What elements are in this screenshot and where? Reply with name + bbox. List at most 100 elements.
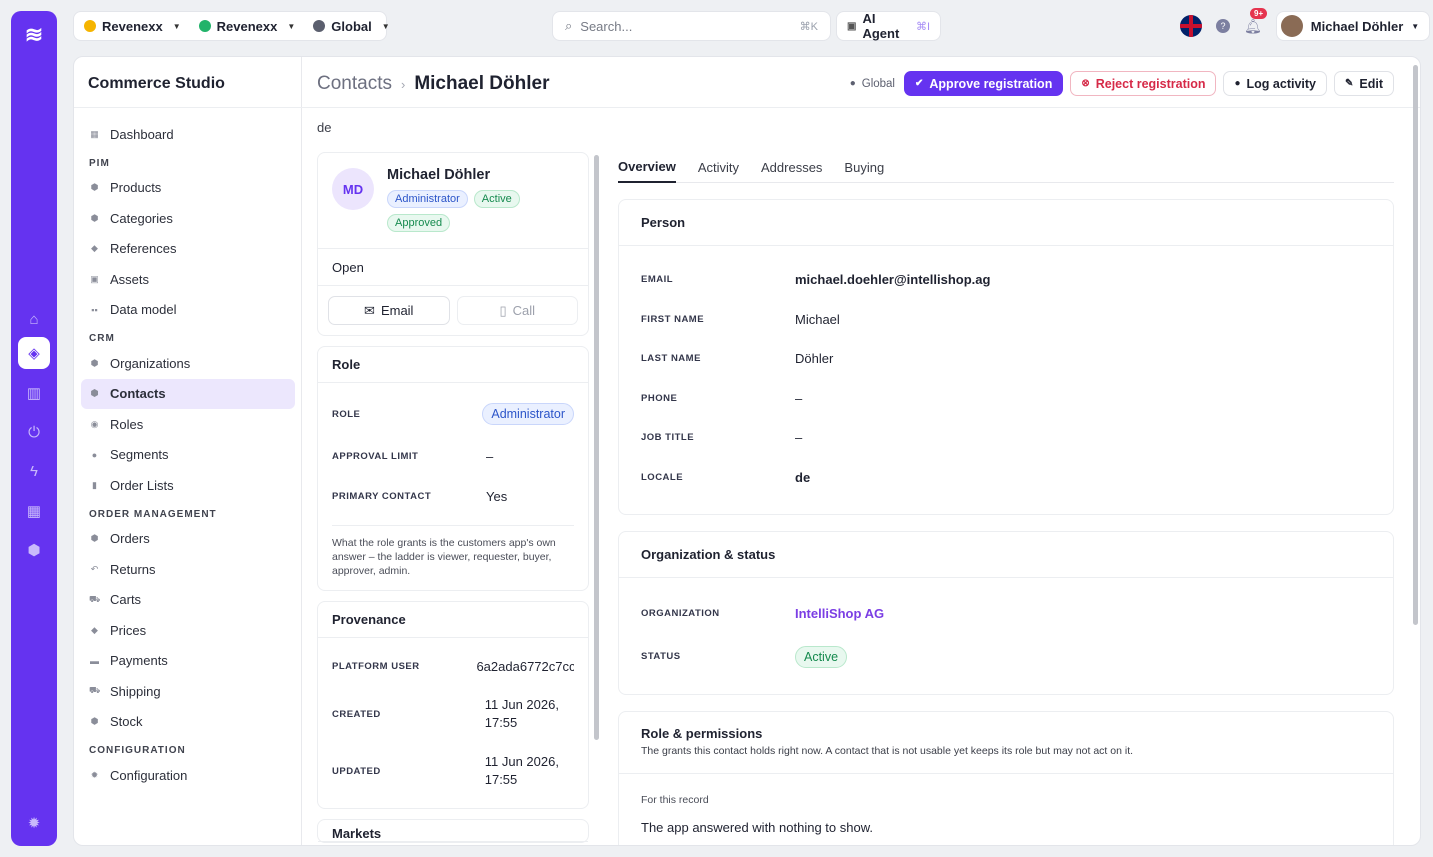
- plug-icon[interactable]: ⏻: [18, 416, 50, 448]
- sidebar-item-contacts[interactable]: ⬢ Contacts: [81, 378, 295, 409]
- call-button[interactable]: ▯ Call: [456, 296, 578, 325]
- market-select[interactable]: Global ▼: [313, 19, 390, 34]
- settings-gear-icon[interactable]: ✹: [18, 807, 50, 839]
- field-row: EMAIL michael.doehler@intellishop.ag: [619, 260, 1393, 300]
- header-actions: ● Global ✔ Approve registration ⊗ Reject…: [847, 71, 1394, 96]
- approve-registration-button[interactable]: ✔ Approve registration: [904, 71, 1064, 96]
- locale-text: de: [317, 120, 332, 135]
- sidebar-item-segments[interactable]: ● Segments: [81, 440, 295, 471]
- field-label: EMAIL: [641, 274, 674, 286]
- building-icon: ⬢: [90, 357, 99, 368]
- field-row: LOCALE de: [619, 458, 1393, 498]
- nav-group-label: PIM: [89, 157, 110, 169]
- sidebar-item-label: Configuration: [110, 767, 188, 783]
- grid-icon: ▪▪: [91, 304, 98, 315]
- store-select[interactable]: Revenexx ▼: [198, 19, 295, 34]
- card-title: Provenance: [318, 602, 588, 638]
- sidebar-item-organizations[interactable]: ⬢ Organizations: [81, 348, 295, 379]
- brand-logo-icon[interactable]: ≋: [20, 21, 48, 49]
- return-icon: ↶: [90, 563, 99, 574]
- notifications-bell-icon[interactable]: 🔔︎ 9+: [1244, 7, 1268, 35]
- field-label: LAST NAME: [641, 353, 701, 365]
- field-row: PHONE –: [619, 379, 1393, 419]
- card-title: Organization & status: [619, 532, 1393, 578]
- main-scrollbar[interactable]: [1413, 65, 1418, 625]
- sidebar-item-label: Assets: [110, 271, 150, 287]
- caret-down-icon: ▼: [172, 21, 181, 31]
- sidebar-item-label: Orders: [110, 531, 150, 547]
- log-activity-button[interactable]: ● Log activity: [1223, 71, 1327, 96]
- home-icon[interactable]: ⌂: [18, 303, 50, 335]
- contact-icon: ⬢: [90, 388, 99, 399]
- email-button[interactable]: ✉ Email: [328, 296, 450, 325]
- field-value: Döhler: [795, 351, 834, 367]
- sidebar-item-roles[interactable]: ◉ Roles: [81, 409, 295, 440]
- sidebar-item-stock[interactable]: ⬢ Stock: [81, 707, 295, 738]
- sidebar-item-orders[interactable]: ⬢ Orders: [81, 524, 295, 555]
- sidebar-item-label: Returns: [110, 561, 156, 577]
- card-title: Markets: [318, 820, 588, 842]
- sidebar-item-shipping[interactable]: ⛟ Shipping: [81, 676, 295, 707]
- card-icon: ▬: [90, 655, 99, 666]
- tab-activity[interactable]: Activity: [698, 151, 739, 183]
- edit-button[interactable]: ✎ Edit: [1334, 71, 1394, 96]
- organization-link[interactable]: IntelliShop AG: [795, 606, 884, 621]
- field-label: JOB TITLE: [641, 432, 695, 444]
- apps-icon[interactable]: ▦: [18, 495, 50, 527]
- analytics-icon[interactable]: ▥: [18, 377, 50, 409]
- studio-title: Commerce Studio: [88, 75, 225, 92]
- left-column-scrollbar[interactable]: [594, 155, 599, 740]
- approved-badge: Approved: [387, 214, 451, 232]
- sidebar-item-order-lists[interactable]: ▮ Order Lists: [81, 470, 295, 501]
- field-value: michael.doehler@intellishop.ag: [795, 272, 991, 288]
- search-shortcut: ⌘K: [799, 20, 818, 33]
- sidebar-item-configuration[interactable]: ✹ Configuration: [81, 760, 295, 791]
- help-icon[interactable]: ?: [1216, 19, 1230, 33]
- sidebar-item-label: Contacts: [110, 386, 166, 402]
- sidebar-item-categories[interactable]: ⬢ Categories: [81, 203, 295, 234]
- caret-down-icon: ▼: [1411, 21, 1420, 31]
- tag-icon: ◆: [91, 243, 98, 254]
- sidebar-item-label: Segments: [110, 447, 169, 463]
- markets-card: Markets: [317, 819, 589, 843]
- tab-overview[interactable]: Overview: [618, 151, 676, 183]
- sidebar-item-dashboard[interactable]: ▦ Dashboard: [81, 119, 295, 150]
- cart-icon: ⛟: [89, 593, 101, 604]
- tab-addresses[interactable]: Addresses: [761, 151, 822, 183]
- breadcrumb-parent[interactable]: Contacts: [317, 73, 392, 95]
- tab-buying[interactable]: Buying: [844, 151, 884, 183]
- bolt-icon[interactable]: ϟ: [18, 455, 50, 487]
- sidebar-item-data-model[interactable]: ▪▪ Data model: [81, 295, 295, 326]
- sidebar-nav: ▦ Dashboard PIM ⬢ Products ⬢ Categories ◆ Refere…: [81, 119, 295, 791]
- phone-icon: ▯: [499, 302, 507, 318]
- search-icon: ⌕: [565, 18, 573, 33]
- globe-icon: [313, 20, 326, 32]
- sidebar-item-carts[interactable]: ⛟ Carts: [81, 585, 295, 616]
- sidebar-item-label: References: [110, 241, 177, 257]
- notifications-badge: 9+: [1250, 7, 1268, 19]
- sidebar-item-payments[interactable]: ▬ Payments: [81, 646, 295, 677]
- reject-registration-button[interactable]: ⊗ Reject registration: [1070, 71, 1217, 96]
- field-value: –: [795, 390, 803, 406]
- tenant-logo-icon: [84, 20, 96, 32]
- sidebar-item-products[interactable]: ⬢ Products: [81, 173, 295, 204]
- tenant-select[interactable]: Revenexx ▼: [84, 19, 181, 34]
- user-menu[interactable]: Michael Döhler ▼: [1275, 11, 1431, 41]
- sidebar-item-returns[interactable]: ↶ Returns: [81, 554, 295, 585]
- ai-agent-button[interactable]: ▣ AI Agent ⌘I: [836, 11, 941, 41]
- cube-icon[interactable]: ⬢: [18, 534, 50, 566]
- shield-icon: ◉: [90, 418, 99, 429]
- global-search[interactable]: ⌕ Search... ⌘K: [552, 11, 831, 41]
- layers-icon[interactable]: ◈: [18, 337, 50, 369]
- sidebar-item-prices[interactable]: ◆ Prices: [81, 615, 295, 646]
- sidebar-item-assets[interactable]: ▣ Assets: [81, 264, 295, 295]
- sidebar-item-references[interactable]: ◆ References: [81, 234, 295, 265]
- role-value: Administrator: [482, 403, 574, 425]
- role-permissions-card: Role & permissions The grants this conta…: [618, 711, 1394, 845]
- field-value: Michael: [795, 311, 840, 327]
- context-switcher: Revenexx ▼ Revenexx ▼ Global ▼: [73, 11, 390, 41]
- divider: [74, 107, 302, 108]
- field-row: FIRST NAME Michael: [619, 300, 1393, 340]
- app-rail: ≋ ⌂ ◈ ▥ ⏻ ϟ ▦ ⬢ ✹: [11, 11, 57, 846]
- language-flag-icon[interactable]: [1180, 15, 1202, 37]
